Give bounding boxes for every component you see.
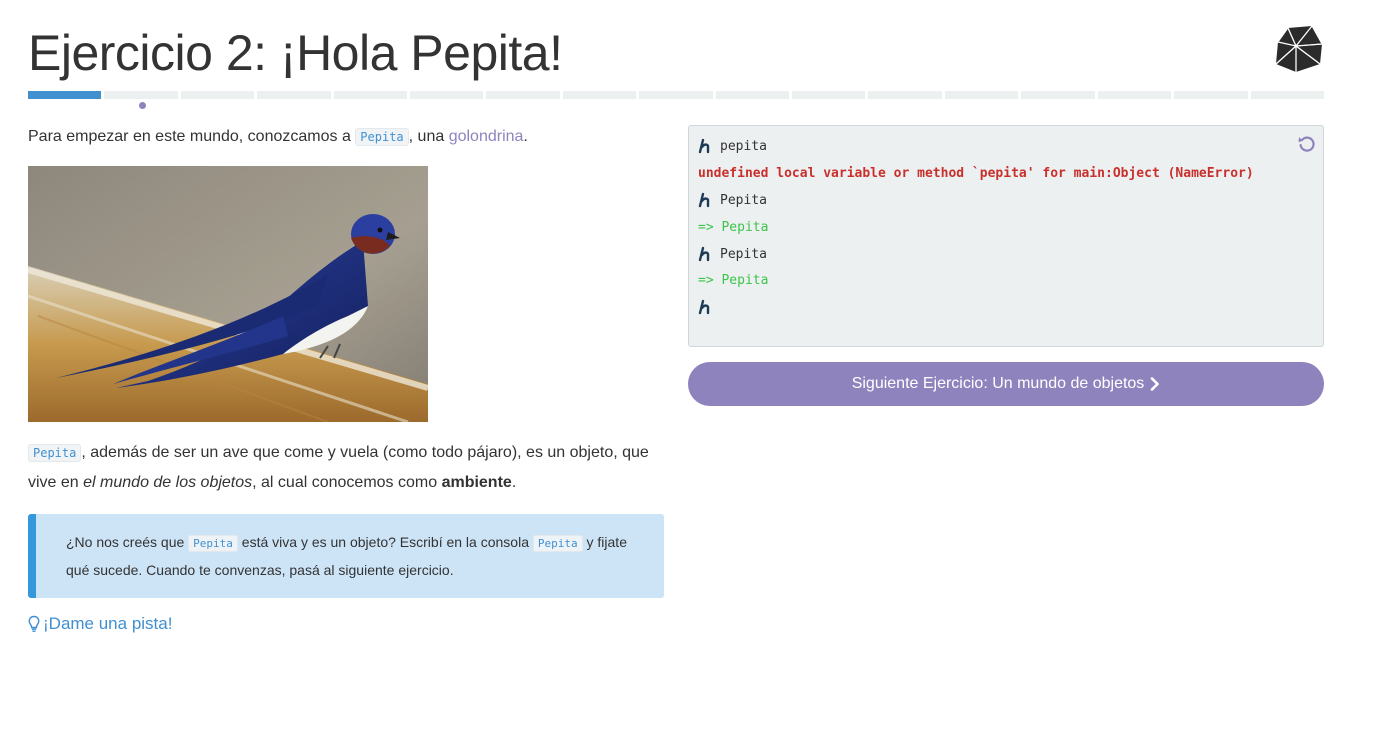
- prompt-icon: [698, 299, 710, 315]
- console-input-line: pepita: [698, 136, 767, 156]
- prompt-icon: [698, 246, 710, 262]
- console-command: pepita: [720, 138, 767, 154]
- console-panel[interactable]: pepita undefined local variable or metho…: [688, 125, 1324, 347]
- progress-segment[interactable]: [104, 91, 178, 99]
- progress-segment[interactable]: [868, 91, 942, 99]
- progress-segment[interactable]: [1021, 91, 1095, 99]
- console-error-line: undefined local variable or method `pepi…: [698, 165, 1254, 181]
- progress-segment[interactable]: [639, 91, 713, 99]
- hint-label: ¡Dame una pista!: [43, 614, 173, 633]
- intro-text: Para empezar en este mundo, conozcamos a: [28, 128, 356, 145]
- hint-link[interactable]: ¡Dame una pista!: [28, 609, 172, 638]
- console-command: Pepita: [720, 246, 767, 262]
- inline-code: Pepita: [532, 535, 583, 552]
- prompt-icon: [698, 192, 710, 208]
- ruby-gem-icon: [1275, 25, 1323, 72]
- next-exercise-button[interactable]: Siguiente Ejercicio: Un mundo de objetos: [688, 362, 1324, 406]
- swallow-image: [28, 166, 428, 422]
- desc-italic: el mundo de los objetos: [83, 474, 253, 491]
- console-input-line: Pepita: [698, 244, 767, 264]
- desc-bold: ambiente: [441, 474, 512, 491]
- progress-segment[interactable]: [1097, 91, 1172, 99]
- info-callout: ¿No nos creés que Pepita está viva y es …: [28, 514, 664, 598]
- intro-paragraph: Para empezar en este mundo, conozcamos a…: [28, 122, 664, 152]
- lightbulb-icon: [28, 615, 40, 632]
- desc-text: , al cual conocemos como: [252, 474, 442, 491]
- progress-segment[interactable]: [1250, 91, 1324, 99]
- desc-text: .: [511, 474, 517, 491]
- prompt-icon: [698, 138, 710, 154]
- golondrina-link[interactable]: golondrina: [449, 128, 524, 145]
- exercise-description: Para empezar en este mundo, conozcamos a…: [28, 122, 664, 633]
- progress-segment[interactable]: [333, 91, 408, 99]
- progress-segment[interactable]: [410, 91, 484, 99]
- callout-text: ¿No nos creés que: [66, 534, 189, 550]
- progress-segment[interactable]: [1174, 91, 1248, 99]
- console-input-prompt[interactable]: [698, 297, 720, 317]
- progress-segment[interactable]: [180, 91, 255, 99]
- progress-segment[interactable]: [257, 91, 331, 99]
- progress-segment[interactable]: [486, 91, 560, 99]
- chevron-right-icon: [1151, 377, 1160, 391]
- next-exercise-label: Siguiente Ejercicio: Un mundo de objetos: [851, 375, 1145, 392]
- page-title: Ejercicio 2: ¡Hola Pepita!: [28, 25, 563, 81]
- progress-segment[interactable]: [715, 91, 790, 99]
- progress-segment[interactable]: [944, 91, 1019, 99]
- console-output-line: => Pepita: [698, 272, 769, 288]
- inline-code: Pepita: [188, 535, 238, 552]
- callout-text: está viva y es un objeto? Escribí en la …: [237, 534, 533, 550]
- progress-current-marker: [139, 102, 146, 109]
- console-output-line: => Pepita: [698, 219, 769, 235]
- page-header: Ejercicio 2: ¡Hola Pepita!: [28, 22, 1324, 92]
- console-command: Pepita: [720, 192, 767, 208]
- console-input-line: Pepita: [698, 190, 767, 210]
- inline-code: Pepita: [355, 128, 409, 146]
- progress-segment[interactable]: [28, 91, 102, 99]
- progress-segment[interactable]: [792, 91, 866, 99]
- progress-bar: [28, 91, 1324, 99]
- intro-text: .: [523, 128, 528, 145]
- intro-text: , una: [408, 128, 449, 145]
- description-paragraph: Pepita, además de ser un ave que come y …: [28, 438, 664, 497]
- progress-segment[interactable]: [562, 91, 637, 99]
- inline-code: Pepita: [28, 444, 82, 462]
- reset-icon[interactable]: [1297, 134, 1317, 154]
